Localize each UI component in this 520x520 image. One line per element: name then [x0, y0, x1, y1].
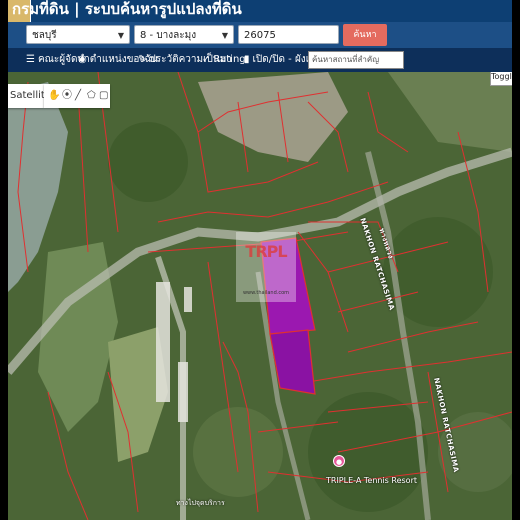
vegetation [193, 407, 283, 497]
nav-item-label: Rating [213, 54, 246, 65]
chevron-down-icon: ▼ [221, 31, 228, 40]
line-icon[interactable]: ╱ [75, 84, 81, 108]
district-select[interactable]: 8 - บางละมุง ▼ [134, 25, 234, 44]
building-strip [178, 362, 188, 422]
vegetation [108, 122, 188, 202]
poi-label[interactable]: TRIPLE-A Tennis Resort [326, 476, 417, 485]
rectangle-icon[interactable]: ▢ [99, 84, 108, 108]
watermark-url: www.thailand.com [242, 290, 290, 296]
app-frame: กรมที่ดิน | ระบบค้นหารูปแปลงที่ดิน ชลบุร… [8, 0, 512, 520]
building-strip [156, 282, 170, 402]
nav-item-rating[interactable]: ✓ Rating [202, 48, 246, 72]
watermark: TRPL www.thailand.com [236, 232, 296, 302]
parcel-number-input[interactable]: 26075 [238, 25, 339, 44]
district-value: 8 - บางละมุง [140, 30, 197, 41]
drawing-toolbar: ✋ ⦿ ╱ ⬠ ▢ [44, 84, 110, 108]
rating-icon: ✓ [202, 54, 211, 65]
marker-icon[interactable]: ⦿ [62, 84, 72, 108]
place-search-input[interactable]: ค้นหาสถานที่สำคัญ [308, 51, 404, 69]
nav-bar: ☰ คณะผู้จัดทำ ◉ ตำแหน่งของฉัน ✎ ประวัติความ… [8, 48, 512, 72]
map-type-select[interactable]: Satellite [8, 84, 51, 108]
page: กรมที่ดิน | ระบบค้นหารูปแปลงที่ดิน ชลบุร… [0, 0, 520, 520]
province-select[interactable]: ชลบุรี ▼ [26, 25, 130, 44]
province-value: ชลบุรี [32, 30, 57, 41]
chevron-down-icon: ▼ [117, 31, 124, 40]
place-label: ทางไปจุดบริการ [176, 499, 225, 507]
parcel-number-value: 26075 [244, 30, 276, 41]
page-title: กรมที่ดิน | ระบบค้นหารูปแปลงที่ดิน [12, 0, 242, 18]
hand-icon[interactable]: ✋ [48, 84, 60, 108]
satellite-map[interactable]: TRPL www.thailand.com NAKHON RATCHASIMA … [8, 72, 512, 520]
building-strip [184, 287, 192, 312]
polygon-icon[interactable]: ⬠ [87, 84, 96, 108]
toggle-button[interactable]: Toggle [490, 72, 512, 86]
history-icon: ✎ [138, 54, 147, 65]
poi-marker-icon[interactable]: ● [333, 455, 345, 467]
toggle-icon: ▮ [244, 54, 250, 65]
vegetation [308, 392, 428, 512]
pin-icon: ◉ [78, 54, 87, 65]
watermark-logo: TRPL [245, 242, 287, 261]
search-button[interactable]: ค้นหาข้อมูล [343, 24, 387, 62]
search-row: ชลบุรี ▼ 8 - บางละมุง ▼ 26075 ค้นหาข้อมู… [8, 22, 512, 62]
users-icon: ☰ [26, 54, 35, 65]
header: กรมที่ดิน | ระบบค้นหารูปแปลงที่ดิน [8, 0, 512, 22]
